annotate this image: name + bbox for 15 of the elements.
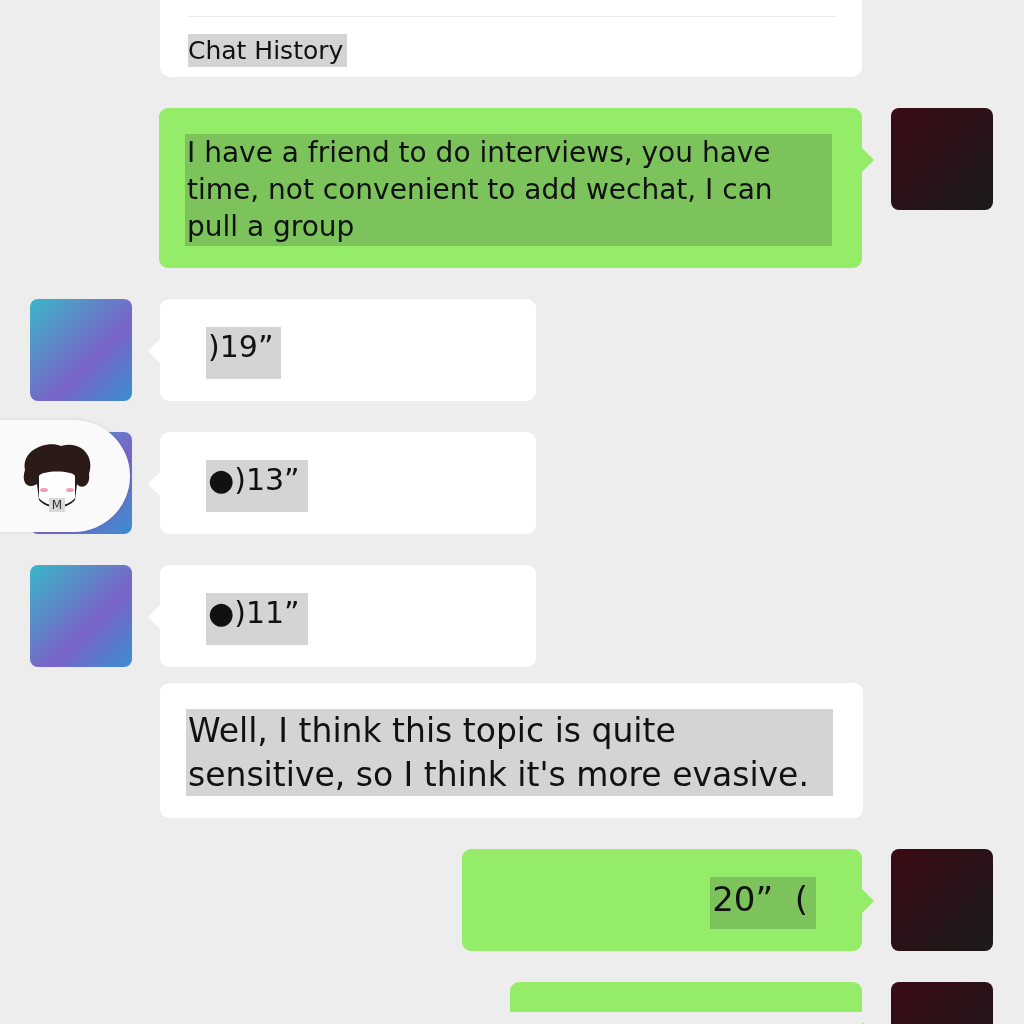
voice-duration: 20” ( (710, 877, 816, 930)
chat-history-card[interactable]: Chat History (160, 0, 862, 77)
chat-history-label: Chat History (188, 34, 348, 67)
avatar-photo[interactable] (891, 849, 993, 952)
message-text: I have a friend to do interviews, you have time, not convenient to add wechat, I can pull a group (185, 134, 832, 246)
message-bubble[interactable]: Well, I think this topic is quite sensitive, so I think it's more evasive. (160, 682, 863, 819)
avatar-photo[interactable] (891, 108, 993, 210)
widget-label: M (48, 498, 66, 512)
avatar-photo[interactable] (30, 564, 132, 667)
voice-duration: ●)11” (206, 592, 308, 645)
message-text: Well, I think this topic is quite sensitive, so I think it's more evasive. (186, 708, 833, 797)
voice-duration: ●)13” (206, 459, 308, 512)
floating-chat-overlay[interactable]: M (0, 420, 130, 532)
voice-duration: )19” (206, 326, 282, 379)
avatar-photo[interactable] (30, 298, 132, 401)
